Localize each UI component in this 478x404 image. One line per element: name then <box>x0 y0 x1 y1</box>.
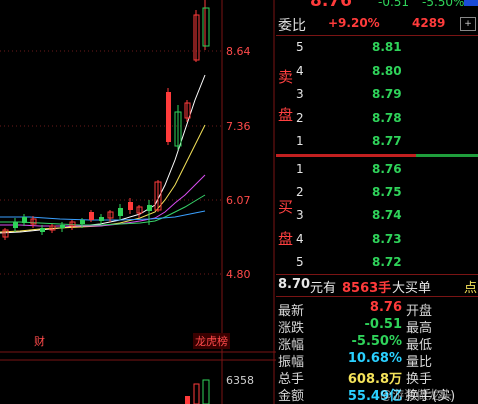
price-axis-label: 8.64 <box>226 45 251 58</box>
buy-order-row[interactable]: 3 8.74 <box>276 208 478 228</box>
order-price: 8.79 <box>372 87 402 101</box>
finance-tag[interactable]: 财 <box>34 333 45 349</box>
watermark: @游资做龙头 <box>380 388 453 402</box>
stat-row: 振幅 10.68% 量比 <box>276 351 478 370</box>
stat-label: 金额 <box>278 389 305 404</box>
committee-pct: +9.20% <box>328 16 380 30</box>
candles <box>2 0 210 240</box>
stat-row: 总手 608.8万 换手 <box>276 368 478 387</box>
order-price: 8.80 <box>372 64 402 78</box>
committee-diff: 4289 <box>412 16 446 30</box>
change-header: -0.51 <box>378 0 410 9</box>
stat-value: -5.50% <box>351 334 403 349</box>
order-level: 3 <box>296 208 304 222</box>
order-price: 8.73 <box>372 232 402 246</box>
divider <box>276 296 478 297</box>
buy-order-row[interactable]: 2 8.75 <box>276 185 478 205</box>
stat-row: 涨跌 -0.51 最高 <box>276 317 478 336</box>
order-level: 1 <box>296 162 304 176</box>
order-level: 3 <box>296 87 304 101</box>
order-price: 8.76 <box>372 162 402 176</box>
big-order-notice[interactable]: 8.70 元有 8563手 大买单 点 <box>276 277 478 296</box>
big-order-price: 8.70 <box>278 277 311 292</box>
stat-row: 最新 8.76 开盘 <box>276 300 478 319</box>
volume-axis-label: 6358 <box>226 374 254 387</box>
big-order-suffix: 点 <box>464 281 478 296</box>
order-level: 4 <box>296 232 304 246</box>
order-price: 8.74 <box>372 208 402 222</box>
sell-order-row[interactable]: 5 8.81 <box>276 40 478 60</box>
stat-row: 涨幅 -5.50% 最低 <box>276 334 478 353</box>
buy-order-row[interactable]: 5 8.72 <box>276 255 478 275</box>
buy-order-row[interactable]: 1 8.76 <box>276 162 478 182</box>
sell-order-row[interactable]: 4 8.80 <box>276 64 478 84</box>
ma-line-5 <box>0 74 206 234</box>
sell-order-row[interactable]: 1 8.77 <box>276 134 478 154</box>
dragon-tiger-tag[interactable]: 龙虎榜 <box>193 333 230 349</box>
expand-icon[interactable]: + <box>460 17 476 31</box>
header-badge[interactable] <box>464 0 478 6</box>
price-axis-label: 4.80 <box>226 268 251 281</box>
order-level: 5 <box>296 255 304 269</box>
sell-order-row[interactable]: 2 8.78 <box>276 111 478 131</box>
last-price-header: 8.76 <box>310 0 352 11</box>
committee-label: 委比 <box>278 18 306 34</box>
big-order-type: 大买单 <box>392 281 432 296</box>
quote-panel: 8.76 -0.51 -5.50% 委比 +9.20% 4289 + 卖 盘 5… <box>276 0 478 404</box>
buy-strength-bar <box>276 154 416 157</box>
order-level: 5 <box>296 40 304 54</box>
order-price: 8.81 <box>372 40 402 54</box>
volume-bars <box>185 379 210 404</box>
sell-order-row[interactable]: 3 8.79 <box>276 87 478 107</box>
order-level: 1 <box>296 134 304 148</box>
stat-value: 10.68% <box>347 351 402 366</box>
big-order-amount: 8563手 <box>342 281 392 296</box>
order-level: 2 <box>296 111 304 125</box>
order-price: 8.78 <box>372 111 402 125</box>
price-axis-label: 6.07 <box>226 194 251 207</box>
stat-value: 8.76 <box>369 300 402 315</box>
change-pct-header: -5.50% <box>422 0 465 9</box>
order-price: 8.75 <box>372 185 402 199</box>
stat-value: -0.51 <box>364 317 402 332</box>
sell-strength-bar <box>416 154 478 157</box>
order-price: 8.77 <box>372 134 402 148</box>
order-level: 2 <box>296 185 304 199</box>
big-order-text: 元有 <box>310 281 337 296</box>
ma-line-10 <box>0 124 206 233</box>
order-price: 8.72 <box>372 255 402 269</box>
buy-order-row[interactable]: 4 8.73 <box>276 232 478 252</box>
price-axis-label: 7.36 <box>226 120 251 133</box>
committee-row: 委比 +9.20% 4289 + <box>276 11 478 36</box>
order-level: 4 <box>296 64 304 78</box>
divider <box>276 274 478 275</box>
